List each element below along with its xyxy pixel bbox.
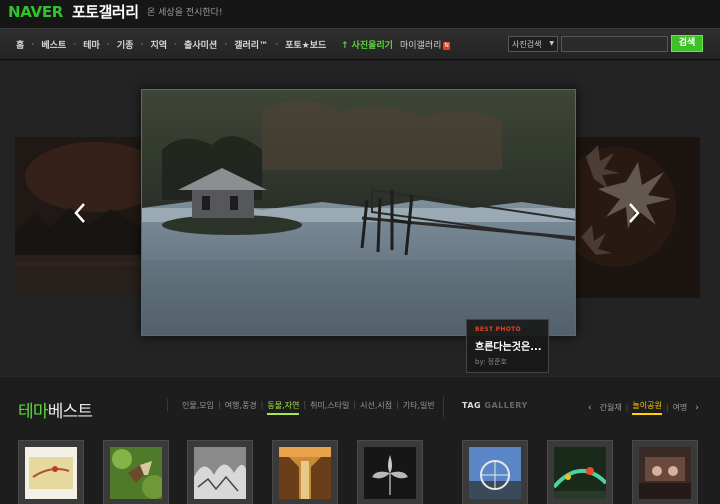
new-badge: N: [443, 41, 450, 50]
best-photo-label: BEST PHOTO: [475, 326, 521, 333]
nav-item-best[interactable]: 베스트: [41, 38, 66, 51]
photo-carousel: BEST PHOTO 흐른다는것은... by: 정준호: [0, 61, 720, 376]
theme-tab-people[interactable]: 인물,모임: [182, 400, 214, 415]
nav-separator: ·: [73, 40, 77, 49]
thumbnail-image: [194, 447, 246, 499]
site-title[interactable]: 포토갤러리: [72, 1, 139, 22]
theme-thumbnail[interactable]: [357, 440, 423, 504]
divider: [167, 399, 168, 411]
theme-thumbnail[interactable]: [272, 440, 338, 504]
thumbnail-image: [639, 447, 691, 499]
search-type-value: 사진검색: [512, 40, 542, 49]
chevron-left-icon[interactable]: ‹: [588, 403, 592, 413]
upload-photo-link[interactable]: ↑ 사진올리기: [341, 38, 393, 51]
divider: [443, 397, 444, 417]
thumbnail-image: [552, 447, 608, 499]
photo-caption[interactable]: BEST PHOTO 흐른다는것은... by: 정준호: [466, 319, 549, 373]
my-gallery-link[interactable]: 마이갤러리 N: [400, 38, 450, 51]
theme-tab-other[interactable]: 기타,일반: [403, 400, 435, 415]
thumbnail-image: [110, 447, 166, 499]
page: NAVER 포토갤러리 온 세상을 전시한다! 홈 · 베스트 · 테마 · 기…: [0, 0, 720, 504]
upload-photo-label: 사진올리기: [351, 41, 393, 51]
tag-tab-2[interactable]: 여명: [673, 402, 688, 413]
theme-tabs: 인물,모임 | 여행,풍경 | 동물,자연 | 취미,스타일 | 시선,시점 |…: [182, 400, 435, 415]
thumbnail-image: [25, 447, 77, 499]
top-header: NAVER 포토갤러리 온 세상을 전시한다!: [0, 0, 720, 28]
theme-tab-perspective[interactable]: 시선,시점: [360, 400, 392, 415]
thumbnail-image: [279, 447, 331, 499]
nav-item-region[interactable]: 지역: [150, 38, 167, 51]
nav-menu: 홈 · 베스트 · 테마 · 기종 · 지역 · 출사미션 · 갤러리™ · 포…: [16, 38, 326, 51]
tag-gallery-title-dim: GALLERY: [484, 401, 528, 410]
theme-thumbnail[interactable]: [18, 440, 84, 504]
nav-separator: ·: [140, 40, 144, 49]
tag-gallery-heading: TAG GALLERY: [462, 401, 528, 410]
featured-photo-image: [142, 90, 575, 335]
theme-best-accent: 테마: [18, 402, 48, 422]
nav-separator: ·: [31, 40, 35, 49]
chevron-right-icon[interactable]: ›: [695, 403, 699, 413]
search-button[interactable]: 검색: [671, 35, 703, 52]
thumbnail-image: [469, 447, 521, 499]
theme-thumbnail[interactable]: [103, 440, 169, 504]
nav-item-gallery[interactable]: 갤러리™: [234, 38, 268, 51]
tag-thumbnail[interactable]: [547, 440, 613, 504]
upload-arrow-icon: ↑: [341, 41, 349, 51]
theme-thumbnail[interactable]: [187, 440, 253, 504]
nav-separator: ·: [174, 40, 178, 49]
naver-logo[interactable]: NAVER: [8, 3, 63, 21]
search-type-select[interactable]: 사진검색 ▼: [508, 36, 558, 52]
nav-separator: ·: [106, 40, 110, 49]
nav-item-photo-mission[interactable]: 출사미션: [184, 38, 217, 51]
featured-photo[interactable]: [141, 89, 576, 336]
search-input[interactable]: [561, 36, 668, 52]
next-arrow-icon[interactable]: [626, 201, 642, 225]
theme-tab-travel[interactable]: 여행,풍경: [225, 400, 257, 415]
nav-item-photo-board[interactable]: 포토★보드: [285, 38, 326, 51]
nav-item-home[interactable]: 홈: [16, 38, 24, 51]
bottom-section: 테마베스트 인물,모임 | 여행,풍경 | 동물,자연 | 취미,스타일 | 시…: [0, 376, 720, 504]
theme-tab-hobby[interactable]: 취미,스타일: [310, 400, 349, 415]
theme-best-heading: 테마베스트: [18, 397, 93, 422]
main-nav: 홈 · 베스트 · 테마 · 기종 · 지역 · 출사미션 · 갤러리™ · 포…: [0, 28, 720, 60]
prev-arrow-icon[interactable]: [72, 201, 88, 225]
tag-thumbnail[interactable]: [462, 440, 528, 504]
theme-best-rest: 베스트: [47, 402, 93, 422]
my-gallery-label: 마이갤러리: [400, 41, 442, 51]
theme-tab-nature[interactable]: 동물,자연: [267, 400, 300, 415]
photo-title: 흐른다는것은...: [475, 342, 542, 353]
nav-item-camera-model[interactable]: 기종: [117, 38, 134, 51]
tag-gallery-nav: ‹ 간월재 | 놀이공원 | 여명 ›: [588, 400, 699, 415]
photo-author: by: 정준호: [475, 358, 507, 366]
nav-separator: ·: [224, 40, 228, 49]
tag-gallery-title-main: TAG: [462, 401, 482, 410]
tag-thumbnail[interactable]: [632, 440, 698, 504]
tag-tab-0[interactable]: 간월재: [600, 402, 622, 413]
nav-separator: ·: [275, 40, 279, 49]
chevron-down-icon: ▼: [549, 40, 554, 47]
thumbnail-image: [364, 447, 416, 499]
tag-tab-1[interactable]: 놀이공원: [632, 400, 662, 415]
site-tagline: 온 세상을 전시한다!: [147, 8, 223, 18]
nav-item-theme[interactable]: 테마: [83, 38, 100, 51]
